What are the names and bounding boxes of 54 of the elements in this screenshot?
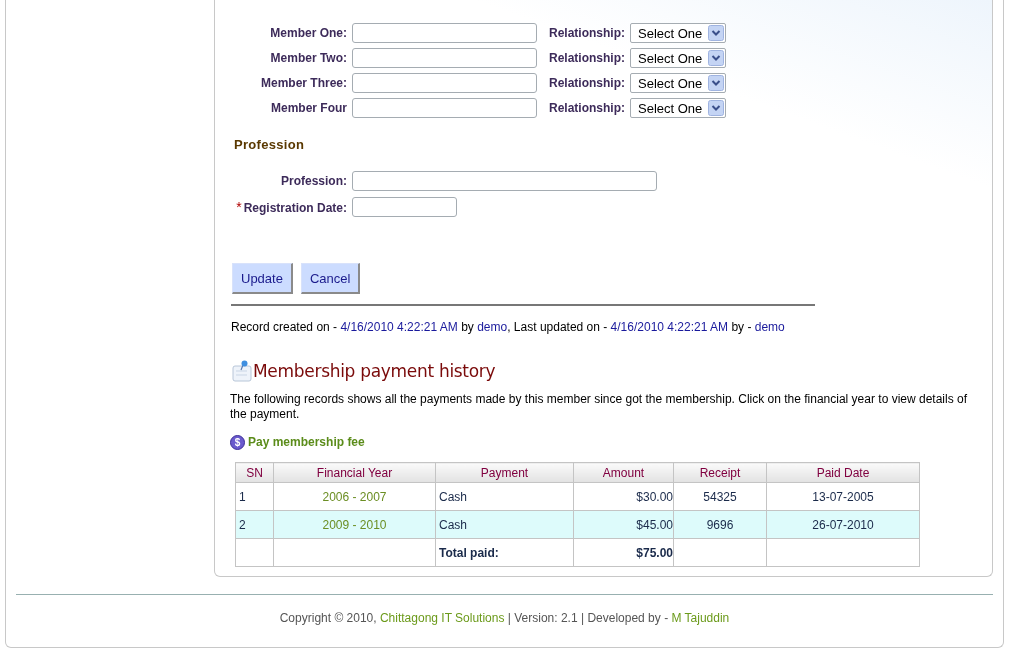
record-link[interactable]: demo	[754, 320, 785, 334]
table-cell: $45.00	[573, 510, 674, 539]
description-text: The following records shows all the payments made by this member since got the membership. Click on the financial year to view details of the payment.	[230, 392, 968, 422]
member-name-field[interactable]	[352, 73, 537, 93]
cancel-button[interactable]: Cancel	[300, 263, 361, 294]
member-name-field[interactable]	[352, 98, 537, 118]
total-value: $75.00	[573, 538, 674, 567]
member-label: Member Two:	[269, 51, 347, 65]
column-header: Paid Date	[766, 462, 920, 483]
record-link[interactable]: 4/16/2010 4:22:21 AM	[340, 320, 458, 334]
member-label: Member One:	[269, 26, 347, 40]
column-header: Receipt	[673, 462, 767, 483]
required-mark: *	[236, 199, 242, 215]
relationship-select[interactable]: Select One	[630, 98, 726, 118]
field-label: *Registration Date:	[235, 199, 347, 215]
relationship-select[interactable]: Select One	[630, 48, 726, 68]
member-name-field[interactable]	[352, 23, 537, 43]
record-info-text: Record created on - 4/16/2010 4:22:21 AM by demo, Last updated on - 4/16/2010 4:22:21 AM by - demo	[231, 319, 786, 335]
section-heading: Profession	[234, 136, 306, 153]
pay-fee-link[interactable]: Pay membership fee	[248, 435, 365, 449]
table-cell: 54325	[673, 482, 767, 511]
table-cell: Cash	[435, 482, 574, 511]
column-header: Payment	[435, 462, 574, 483]
total-label: Total paid:	[435, 538, 574, 567]
table-cell: 9696	[673, 510, 767, 539]
note-pin-icon	[232, 360, 253, 382]
relationship-label: Relationship:	[549, 26, 625, 40]
footer-link[interactable]: Chittagong IT Solutions	[379, 611, 505, 625]
relationship-label: Relationship:	[549, 51, 625, 65]
table-cell: Cash	[435, 510, 574, 539]
update-button[interactable]: Update	[232, 263, 293, 294]
table-cell: 13-07-2005	[766, 482, 920, 511]
relationship-select[interactable]: Select One	[630, 23, 726, 43]
footer-link[interactable]: M Tajuddin	[671, 611, 730, 625]
relationship-label: Relationship:	[549, 101, 625, 115]
record-link[interactable]: 4/16/2010 4:22:21 AM	[610, 320, 729, 334]
field-label: Profession:	[280, 174, 347, 188]
date-field[interactable]	[352, 197, 457, 217]
table-cell: 26-07-2010	[766, 510, 920, 539]
table-cell: 1	[235, 482, 274, 511]
member-label: Member Three:	[259, 76, 347, 90]
member-name-field[interactable]	[352, 48, 537, 68]
member-label: Member Four	[270, 101, 347, 115]
relationship-select[interactable]: Select One	[630, 73, 726, 93]
column-header: Financial Year	[273, 462, 436, 483]
column-header: SN	[235, 462, 274, 483]
table-cell: 2	[235, 510, 274, 539]
column-header: Amount	[573, 462, 674, 483]
copyright-text: Copyright © 2010, Chittagong IT Solutions | Version: 2.1 | Developed by - M Tajuddin	[278, 610, 731, 626]
section-title: Membership payment history	[253, 361, 496, 381]
table-cell: $30.00	[573, 482, 674, 511]
text-field[interactable]	[352, 171, 657, 191]
relationship-label: Relationship:	[549, 76, 625, 90]
dollar-coin-icon: $	[230, 434, 245, 450]
